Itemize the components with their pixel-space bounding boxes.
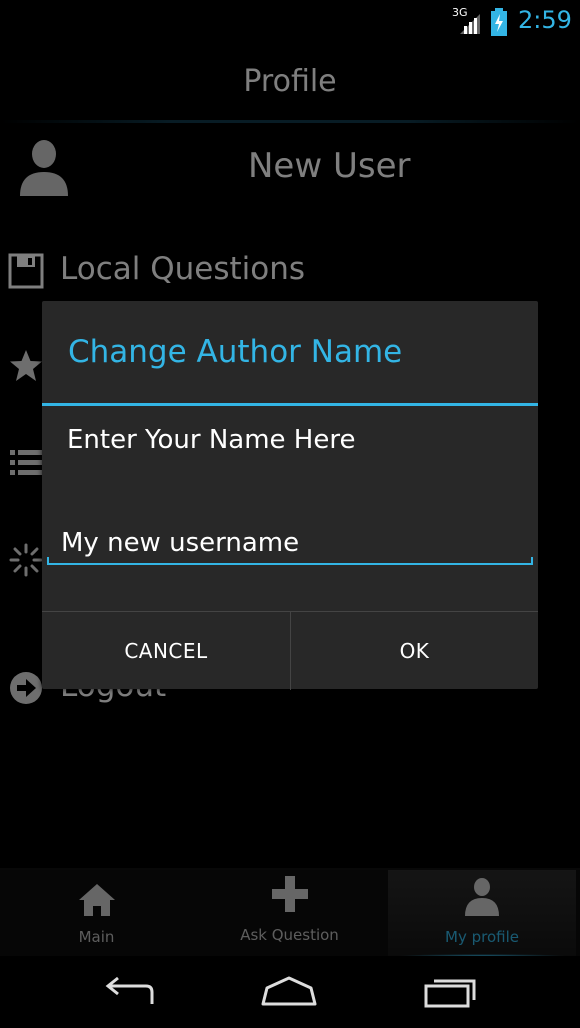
tab-label: Main xyxy=(78,928,115,946)
tab-label: My profile xyxy=(445,928,519,946)
tab-label: Ask Question xyxy=(240,926,339,944)
user-name: New User xyxy=(248,146,411,186)
action-bar-divider xyxy=(0,120,580,123)
cancel-button[interactable]: CANCEL xyxy=(42,612,290,690)
signal-icon xyxy=(460,14,480,34)
dialog-title: Change Author Name xyxy=(68,334,403,370)
tab-ask-question[interactable]: Ask Question xyxy=(193,870,386,958)
battery-charging-icon xyxy=(491,8,507,36)
clock: 2:59 xyxy=(518,6,572,34)
plus-icon xyxy=(271,876,308,912)
person-icon xyxy=(465,878,499,916)
menu-item-local-questions[interactable]: Local Questions xyxy=(0,243,580,303)
action-bar: Profile xyxy=(0,44,580,122)
save-icon xyxy=(8,253,44,289)
author-name-input[interactable] xyxy=(48,519,532,567)
page-title: Profile xyxy=(243,64,337,99)
star-icon xyxy=(10,350,42,381)
bottom-tab-bar: Main Ask Question My profile xyxy=(0,868,580,958)
dialog-button-bar: CANCEL OK xyxy=(42,611,538,690)
person-icon xyxy=(20,140,68,196)
user-header: New User xyxy=(0,130,580,210)
ok-button[interactable]: OK xyxy=(290,612,538,690)
home-nav-icon[interactable] xyxy=(259,972,319,1012)
home-icon xyxy=(78,884,115,916)
dialog-message: Enter Your Name Here xyxy=(67,425,356,455)
dialog-title-divider xyxy=(42,403,538,406)
menu-item-label: Local Questions xyxy=(60,251,306,287)
tab-main[interactable]: Main xyxy=(0,870,193,958)
recents-icon[interactable] xyxy=(422,972,482,1012)
logout-arrow-icon xyxy=(10,672,42,704)
input-underline xyxy=(47,557,533,565)
system-nav-bar xyxy=(0,956,580,1028)
loading-icon xyxy=(9,543,43,577)
status-bar: 3G 2:59 xyxy=(0,0,580,44)
tab-my-profile[interactable]: My profile xyxy=(388,870,576,958)
back-icon[interactable] xyxy=(100,972,160,1012)
change-author-dialog: Change Author Name Enter Your Name Here … xyxy=(42,301,538,690)
list-icon xyxy=(10,450,42,475)
